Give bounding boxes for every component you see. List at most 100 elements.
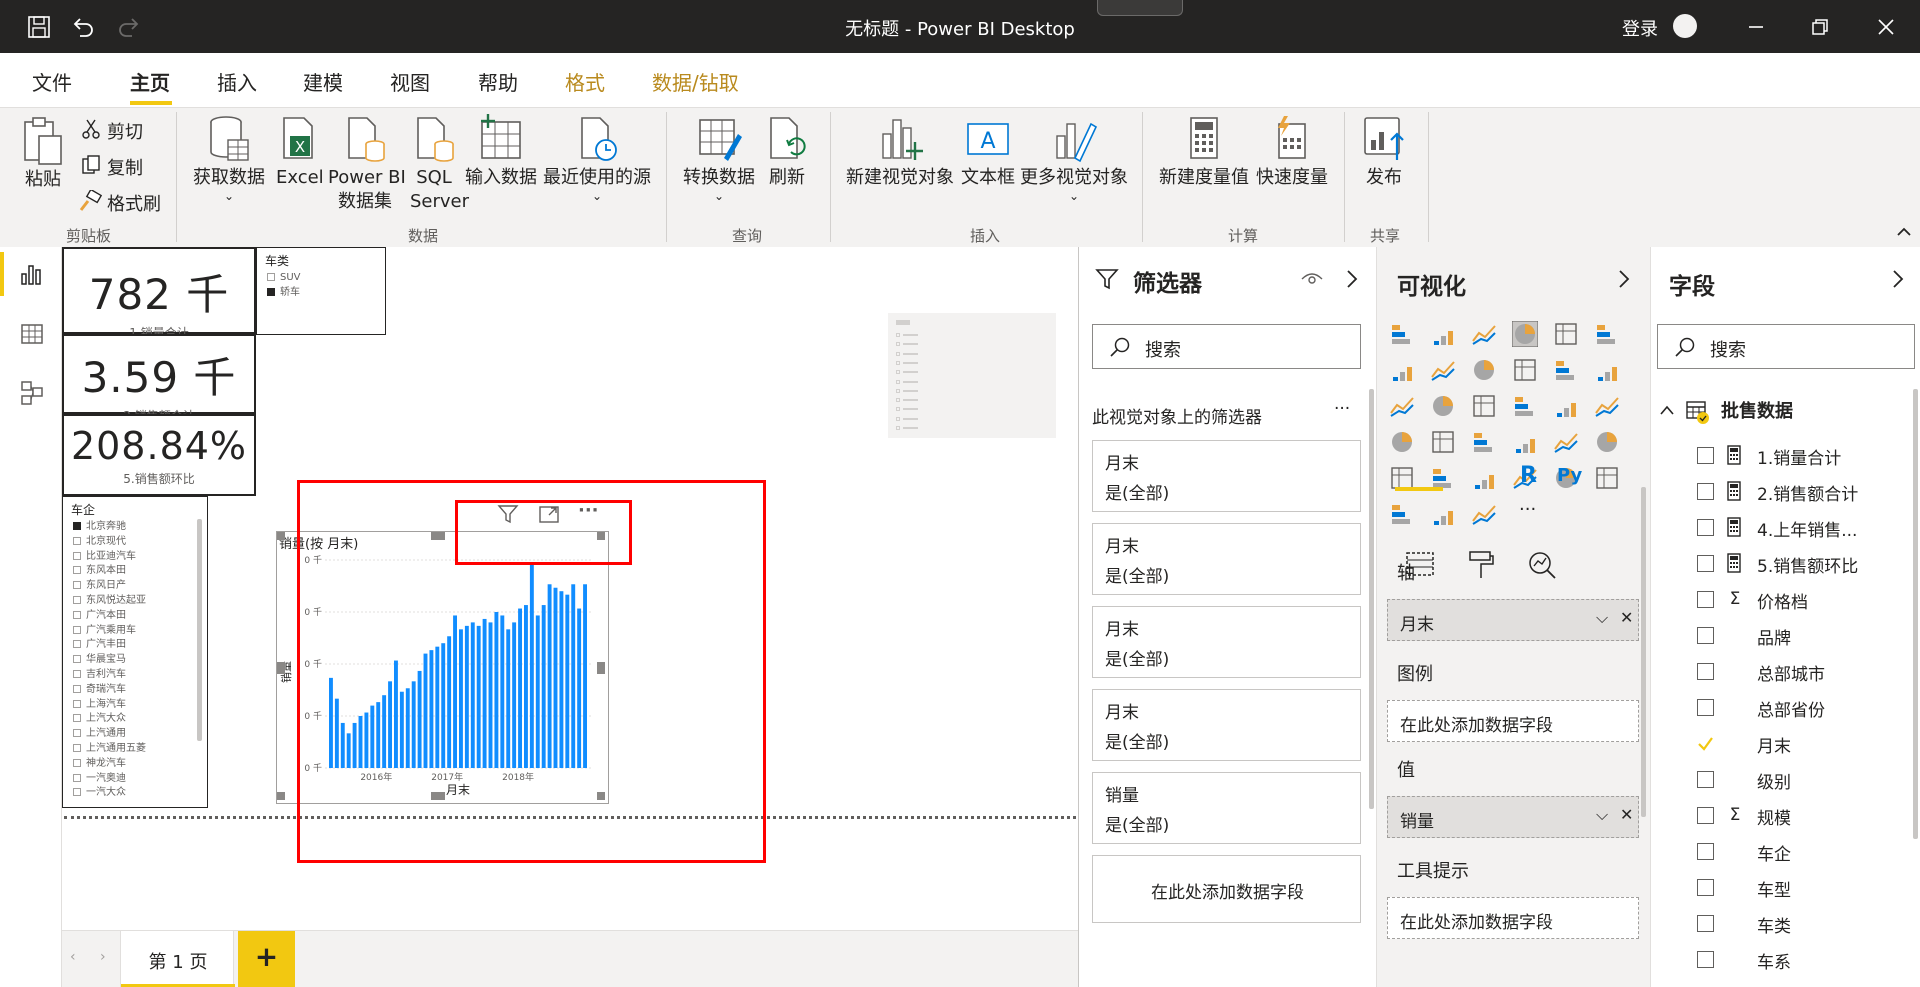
textbox-button[interactable]: A 文本框 xyxy=(960,114,1016,190)
slicer-option[interactable]: 上海汽车 xyxy=(73,698,207,713)
visual-type-icon[interactable] xyxy=(1389,429,1415,455)
visual-type-icon[interactable] xyxy=(1512,393,1538,419)
slicer-option[interactable]: 比亚迪汽车 xyxy=(73,550,207,565)
checkbox[interactable] xyxy=(73,699,81,708)
visual-type-icon[interactable] xyxy=(1553,321,1579,347)
visual-type-icon[interactable] xyxy=(1471,501,1497,527)
new-measure-button[interactable]: 新建度量值 xyxy=(1156,114,1252,190)
tab-modeling[interactable]: 建模 xyxy=(303,67,343,96)
avatar[interactable] xyxy=(1673,14,1697,38)
visual-type-icon[interactable] xyxy=(1553,393,1579,419)
checkbox[interactable] xyxy=(73,743,81,752)
tab-format[interactable]: 格式 xyxy=(565,67,605,96)
visual-type-icon[interactable] xyxy=(1389,501,1415,527)
restore-icon[interactable] xyxy=(1807,14,1833,40)
visual-type-icon[interactable] xyxy=(1553,357,1579,383)
copy-button[interactable]: 复制 xyxy=(107,154,143,180)
quick-measure-button[interactable]: 快速度量 xyxy=(1254,114,1330,190)
more-visuals-button[interactable]: 更多视觉对象 ⌄ xyxy=(1020,114,1128,202)
checkbox[interactable] xyxy=(73,714,81,723)
slicer-option[interactable]: 奇瑞汽车 xyxy=(73,683,207,698)
report-view-icon[interactable] xyxy=(20,262,44,286)
sql-server-button[interactable]: SQL Server xyxy=(410,114,469,214)
r-visual-label[interactable]: R xyxy=(1520,463,1537,488)
checkbox[interactable] xyxy=(267,273,275,281)
visual-type-icon[interactable] xyxy=(1430,357,1456,383)
field-checkbox[interactable] xyxy=(1697,915,1714,932)
recent-sources-button[interactable]: 最近使用的源 ⌄ xyxy=(542,114,652,202)
analytics-icon[interactable] xyxy=(1527,550,1557,580)
slicer-option[interactable]: 一汽大众 xyxy=(73,786,207,801)
chevron-right-icon[interactable] xyxy=(1345,269,1359,289)
publish-button[interactable]: 发布 xyxy=(1356,114,1412,190)
field-item[interactable]: 5.销售额环比 xyxy=(1697,549,1917,579)
visual-type-icon[interactable] xyxy=(1430,429,1456,455)
slicer-option[interactable]: 北京奔驰 xyxy=(73,520,207,535)
kpi-card-sales-growth[interactable]: 208.84% 5.销售额环比 xyxy=(62,414,256,496)
checkbox[interactable] xyxy=(73,640,81,649)
visual-type-icon[interactable] xyxy=(1389,357,1415,383)
slicer-option[interactable]: 上汽通用 xyxy=(73,727,207,742)
eye-icon[interactable] xyxy=(1301,271,1323,287)
field-item[interactable]: 1.销量合计 xyxy=(1697,441,1917,471)
field-item[interactable]: 级别 xyxy=(1697,765,1917,795)
field-checkbox[interactable] xyxy=(1697,483,1714,500)
tab-insert[interactable]: 插入 xyxy=(217,67,257,96)
field-item[interactable]: 车类 xyxy=(1697,909,1917,939)
checkbox[interactable] xyxy=(73,729,81,738)
checkbox[interactable] xyxy=(73,595,81,604)
page-tab-1[interactable]: 第 1 页 xyxy=(120,931,235,987)
transform-data-button[interactable]: 转换数据 ⌄ xyxy=(680,114,758,202)
resize-handle[interactable] xyxy=(277,792,285,800)
section-more-icon[interactable]: ··· xyxy=(1334,399,1350,419)
table-name[interactable]: 批售数据 xyxy=(1721,397,1793,423)
visual-type-icon[interactable] xyxy=(1471,357,1497,383)
visual-type-icon[interactable] xyxy=(1553,429,1579,455)
field-item[interactable]: 月末 xyxy=(1697,729,1917,759)
slicer-option[interactable]: 上汽通用五菱 xyxy=(73,742,207,757)
format-painter-button[interactable]: 格式刷 xyxy=(107,190,161,216)
visual-type-icon[interactable] xyxy=(1471,393,1497,419)
filter-card[interactable]: 月末 是(全部) xyxy=(1092,606,1361,678)
prev-page-icon[interactable]: ‹ xyxy=(70,949,76,965)
visual-type-icon[interactable] xyxy=(1430,501,1456,527)
visual-type-icon[interactable] xyxy=(1471,321,1497,347)
visual-type-icon[interactable] xyxy=(1389,393,1415,419)
tab-file[interactable]: 文件 xyxy=(32,67,72,96)
field-item[interactable]: Σ 规模 xyxy=(1697,801,1917,831)
field-item[interactable]: 2.销售额合计 xyxy=(1697,477,1917,507)
sign-in-link[interactable]: 登录 xyxy=(1622,15,1658,41)
kpi-card-sales-amount[interactable]: 3.59 千 2.销售额合计 xyxy=(62,334,256,423)
chevron-down-icon[interactable]: ⌵ xyxy=(1596,805,1608,825)
visual-type-icon[interactable] xyxy=(1512,357,1538,383)
slicer-option[interactable]: 东风悦达起亚 xyxy=(73,594,207,609)
collapse-ribbon-icon[interactable] xyxy=(1896,226,1912,238)
checkbox[interactable] xyxy=(73,669,81,678)
tab-home[interactable]: 主页 xyxy=(130,67,170,96)
slicer-option[interactable]: 北京现代 xyxy=(73,535,207,550)
chevron-right-icon[interactable] xyxy=(1617,269,1631,289)
slicer-option-sedan[interactable]: 轿车 xyxy=(267,286,385,301)
field-checkbox[interactable] xyxy=(1697,519,1714,536)
chevron-down-icon[interactable]: ⌵ xyxy=(1596,608,1608,628)
field-checkbox[interactable] xyxy=(1697,843,1714,860)
checkbox[interactable] xyxy=(73,788,81,797)
visual-type-icon[interactable] xyxy=(1512,321,1538,347)
filters-add-field-well[interactable]: 在此处添加数据字段 xyxy=(1092,855,1361,923)
field-item[interactable]: Σ 价格档 xyxy=(1697,585,1917,615)
checkbox[interactable] xyxy=(73,536,81,545)
format-paint-roller-icon[interactable] xyxy=(1467,550,1495,580)
get-data-button[interactable]: 获取数据 ⌄ xyxy=(190,114,268,202)
field-checkbox[interactable] xyxy=(1697,555,1714,572)
checkbox[interactable] xyxy=(73,522,81,530)
slicer-option[interactable]: 东风日产 xyxy=(73,579,207,594)
slicer-option[interactable]: 华晨宝马 xyxy=(73,653,207,668)
field-item[interactable]: 车系 xyxy=(1697,945,1917,975)
paste-button[interactable]: 粘贴 xyxy=(18,116,68,192)
visual-type-icon[interactable] xyxy=(1471,465,1497,491)
field-checkbox[interactable] xyxy=(1697,591,1714,608)
field-item[interactable]: 品牌 xyxy=(1697,621,1917,651)
next-page-icon[interactable]: › xyxy=(100,949,106,965)
visual-type-icon[interactable] xyxy=(1389,321,1415,347)
filters-search-input[interactable]: 搜索 xyxy=(1092,324,1361,369)
